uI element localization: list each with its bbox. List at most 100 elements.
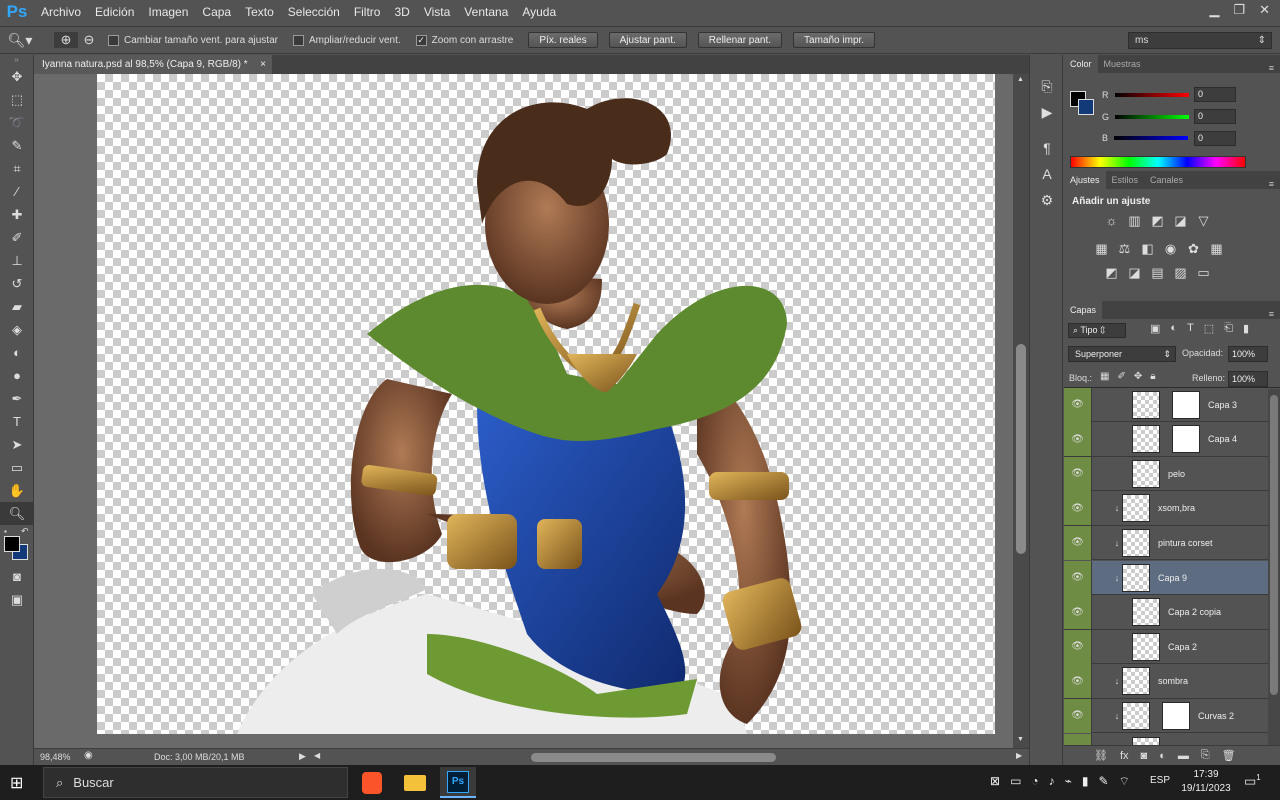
scroll-right-icon[interactable]: ▶ <box>1016 751 1022 760</box>
eye-visibility-icon[interactable]: 👁︎ <box>1064 664 1092 699</box>
horizontal-scroll-thumb[interactable] <box>531 753 776 762</box>
history-panel-icon[interactable]: ⎘ <box>1030 73 1064 99</box>
zoom-level[interactable]: 98,48% <box>40 752 71 762</box>
color-lookup-icon[interactable]: ▦ <box>1209 241 1224 257</box>
actions-panel-icon[interactable]: ▶ <box>1030 99 1064 125</box>
notifications-icon[interactable]: ▭1 <box>1244 773 1261 789</box>
type-tool-icon[interactable]: T <box>0 410 34 433</box>
marquee-tool-icon[interactable]: ⬚ <box>0 88 34 111</box>
windows-start-icon[interactable]: ⊞ <box>10 773 23 793</box>
screen-mode-icon[interactable]: ▣ <box>0 588 34 611</box>
background-color-swatch[interactable] <box>1078 99 1094 115</box>
menu-3d[interactable]: 3D <box>387 5 416 19</box>
tray-network-icon[interactable]: ◔ <box>1031 774 1038 789</box>
eye-visibility-icon[interactable]: 👁︎ <box>1064 698 1092 733</box>
layer-thumbnail[interactable] <box>1122 528 1150 557</box>
menu-filtro[interactable]: Filtro <box>347 5 388 19</box>
menu-vista[interactable]: Vista <box>417 5 457 19</box>
scroll-left-icon[interactable]: ◀ <box>314 751 320 760</box>
layer-row[interactable]: 👁︎ ↓ pintura corset <box>1064 525 1268 561</box>
tab-styles[interactable]: Estilos <box>1106 171 1145 189</box>
lock-pixels-icon[interactable]: ✐ <box>1117 371 1125 382</box>
color-balance-icon[interactable]: ⚖ <box>1117 241 1132 257</box>
opacity-input[interactable]: 100% <box>1228 346 1268 362</box>
actual-pixels-button[interactable]: Píx. reales <box>528 32 598 48</box>
layer-thumbnail[interactable] <box>1122 701 1150 730</box>
filter-toggle-icon[interactable]: ▮ <box>1243 322 1249 335</box>
type-filter-icon[interactable]: T <box>1187 322 1194 335</box>
character-panel-icon[interactable]: A <box>1030 161 1064 187</box>
red-value-input[interactable]: 0 <box>1194 87 1236 102</box>
menu-edicion[interactable]: Edición <box>88 5 141 19</box>
layer-name[interactable]: pelo <box>1168 469 1185 479</box>
zoom-tool-icon[interactable]: 🔍︎ <box>0 502 34 525</box>
red-slider[interactable]: R <box>1102 85 1189 105</box>
foreground-color-swatch[interactable] <box>4 536 20 552</box>
rectangle-tool-icon[interactable]: ▭ <box>0 456 34 479</box>
close-icon[interactable]: ✕ <box>1259 2 1270 18</box>
green-value-input[interactable]: 0 <box>1194 109 1236 124</box>
layer-row[interactable]: 👁︎ ↓ xsom,bra <box>1064 491 1268 526</box>
tray-display-icon[interactable]: ▭ <box>1010 774 1021 789</box>
tab-adjustments[interactable]: Ajustes <box>1064 171 1106 189</box>
document-canvas[interactable] <box>97 74 995 734</box>
history-brush-icon[interactable]: ↺ <box>0 272 34 295</box>
tray-app-icon[interactable]: ⊠ <box>990 774 1000 789</box>
layer-thumbnail[interactable] <box>1122 667 1150 696</box>
blue-value-input[interactable]: 0 <box>1194 131 1236 146</box>
file-explorer-icon[interactable] <box>397 767 433 798</box>
layer-row[interactable]: 👁︎ Capa 2 copia <box>1064 595 1268 630</box>
eye-visibility-icon[interactable]: 👁︎ <box>1064 629 1092 664</box>
layer-name[interactable]: Curvas 2 <box>1198 711 1234 721</box>
lock-transparency-icon[interactable]: ▦ <box>1100 371 1109 382</box>
scroll-down-icon[interactable]: ▼ <box>1017 736 1024 743</box>
language-indicator[interactable]: ESP <box>1150 775 1170 786</box>
layer-row[interactable]: 👁︎ Capa 2 <box>1064 629 1268 665</box>
layer-row[interactable]: 👁︎ ↓ Curvas 2 <box>1064 698 1268 734</box>
lock-all-icon[interactable]: 🔒︎ <box>1150 371 1155 382</box>
zoom-in-icon[interactable]: ⊕ <box>54 32 78 48</box>
layer-name[interactable]: sombra <box>1158 676 1188 686</box>
photoshop-taskbar-icon[interactable]: Ps <box>440 767 476 798</box>
brightness-icon[interactable]: ☼ <box>1104 213 1119 229</box>
vibrance-icon[interactable]: ▽ <box>1196 213 1211 229</box>
channel-mixer-icon[interactable]: ✿ <box>1186 241 1201 257</box>
tray-wifi-icon[interactable]: ⌔ <box>1119 774 1130 789</box>
photo-filter-icon[interactable]: ◉ <box>1163 241 1178 257</box>
layer-row[interactable]: 👁︎ ↓ Capa 9 <box>1064 560 1268 595</box>
layer-name[interactable]: xsom,bra <box>1158 503 1195 513</box>
zoom-all-windows-checkbox[interactable]: Ampliar/reducir vent. <box>292 34 401 46</box>
menu-ayuda[interactable]: Ayuda <box>515 5 563 19</box>
path-selection-icon[interactable]: ➤ <box>0 433 34 456</box>
checkbox-box-checked[interactable]: ✓ <box>415 34 427 46</box>
layers-scrollbar[interactable] <box>1268 389 1280 749</box>
layer-name[interactable]: Capa 2 <box>1168 642 1197 652</box>
print-size-button[interactable]: Tamaño impr. <box>793 32 876 48</box>
menu-seleccion[interactable]: Selección <box>281 5 347 19</box>
panel-menu-icon[interactable]: ≡ <box>1269 63 1280 73</box>
quick-selection-tool-icon[interactable]: ✎ <box>0 134 34 157</box>
layer-row[interactable]: 👁︎ Capa 4 <box>1064 422 1268 457</box>
menu-imagen[interactable]: Imagen <box>141 5 195 19</box>
resize-windows-checkbox[interactable]: Cambiar tamaño vent. para ajustar <box>108 34 278 46</box>
fill-input[interactable]: 100% <box>1228 371 1268 387</box>
layer-name[interactable]: Capa 4 <box>1208 434 1237 444</box>
hue-saturation-icon[interactable]: ▦ <box>1094 241 1109 257</box>
color-spectrum-bar[interactable] <box>1070 156 1246 168</box>
eyedropper-tool-icon[interactable]: ⁄ <box>0 180 34 203</box>
layer-thumbnail[interactable] <box>1132 390 1160 419</box>
layer-name[interactable]: Capa 9 <box>1158 573 1187 583</box>
layer-filter-select[interactable]: ⌕ Tipo ⇕ <box>1068 323 1126 338</box>
pen-tool-icon[interactable]: ✒ <box>0 387 34 410</box>
lasso-tool-icon[interactable]: ➰ <box>0 111 34 134</box>
posterize-icon[interactable]: ◪ <box>1127 265 1142 281</box>
eraser-tool-icon[interactable]: ▰ <box>0 295 34 318</box>
vertical-scrollbar[interactable]: ▲ ▼ <box>1013 74 1029 748</box>
checkbox-box[interactable] <box>292 34 304 46</box>
status-menu-arrow-icon[interactable]: ▶ <box>299 751 306 762</box>
blue-slider[interactable]: B <box>1102 128 1189 148</box>
eye-visibility-icon[interactable]: 👁︎ <box>1064 560 1092 595</box>
checkbox-box[interactable] <box>108 34 119 46</box>
eye-visibility-icon[interactable]: 👁︎ <box>1064 595 1092 630</box>
link-layers-icon[interactable]: ⛓ <box>1094 749 1108 762</box>
